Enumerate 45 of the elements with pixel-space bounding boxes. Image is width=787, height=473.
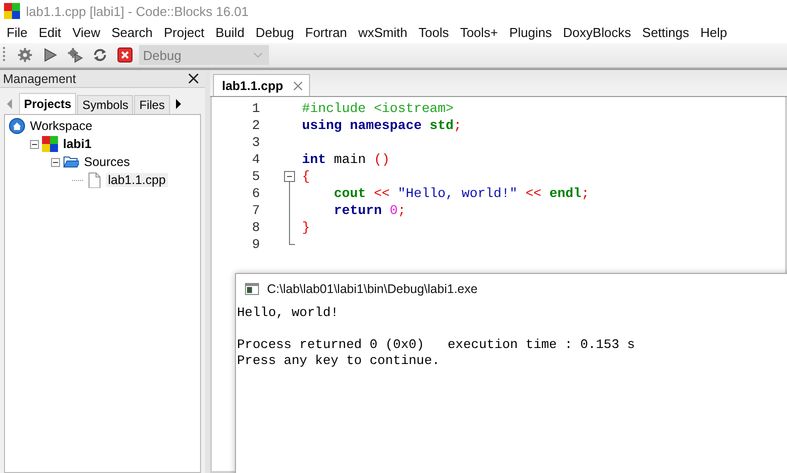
line-number: 8	[251, 220, 261, 235]
file-tab[interactable]: lab1.1.cpp	[213, 74, 310, 96]
line-number: 4	[251, 152, 261, 167]
line-number: 6	[251, 186, 261, 201]
menu-item[interactable]: Plugins	[504, 25, 558, 40]
console-output-line: Process returned 0 (0x0) execution time : 0.153 s	[237, 337, 636, 353]
menu-item[interactable]: File	[1, 25, 34, 40]
menu-item[interactable]: Build	[210, 25, 250, 40]
code-line: int main ()	[301, 152, 390, 167]
menu-item[interactable]: Settings	[636, 25, 695, 40]
line-number: 1	[251, 101, 261, 116]
menu-item[interactable]: wxSmith	[352, 25, 413, 40]
menu-item[interactable]: Help	[694, 25, 733, 40]
menu-item[interactable]: DoxyBlocks	[557, 25, 637, 40]
tree-item[interactable]: Workspace	[28, 119, 94, 133]
line-number: 2	[251, 118, 261, 133]
console-output-line: Press any key to continue.	[237, 353, 441, 369]
tree-item[interactable]: labi1	[61, 137, 94, 151]
panel-title: Management	[3, 72, 76, 86]
code-line: cout << "Hello, world!" << endl;	[332, 186, 590, 201]
menu-item[interactable]: Tools+	[454, 25, 504, 40]
code-line: return 0;	[332, 203, 406, 218]
menu-item[interactable]: Search	[106, 25, 158, 40]
console-title: C:\lab\lab01\labi1\bin\Debug\labi1.exe	[267, 282, 478, 296]
line-number: 3	[251, 135, 261, 150]
line-number: 5	[251, 169, 261, 184]
menu-item[interactable]: Tools	[412, 25, 454, 40]
tree-item[interactable]: lab1.1.cpp	[106, 173, 168, 187]
menu-item[interactable]: Project	[158, 25, 210, 40]
console-output-line: Hello, world!	[237, 305, 340, 321]
panel-tab[interactable]: Files	[134, 95, 170, 114]
menu-item[interactable]: Edit	[33, 25, 67, 40]
panel-tab[interactable]: Projects	[19, 93, 76, 114]
code-line: {	[301, 169, 310, 184]
menu-item[interactable]: Fortran	[300, 25, 353, 40]
menu-item[interactable]: Debug	[250, 25, 300, 40]
window-title: lab1.1.cpp [labi1] - Code::Blocks 16.01	[26, 4, 249, 18]
code-line: }	[301, 220, 310, 235]
line-number: 7	[251, 203, 261, 218]
tree-item[interactable]: Sources	[82, 155, 132, 169]
code-line: #include <iostream>	[301, 101, 454, 116]
menu-item[interactable]: View	[66, 25, 106, 40]
code-line: using namespace std;	[301, 118, 462, 133]
panel-tab[interactable]: Symbols	[77, 95, 134, 114]
line-number: 9	[251, 237, 261, 252]
